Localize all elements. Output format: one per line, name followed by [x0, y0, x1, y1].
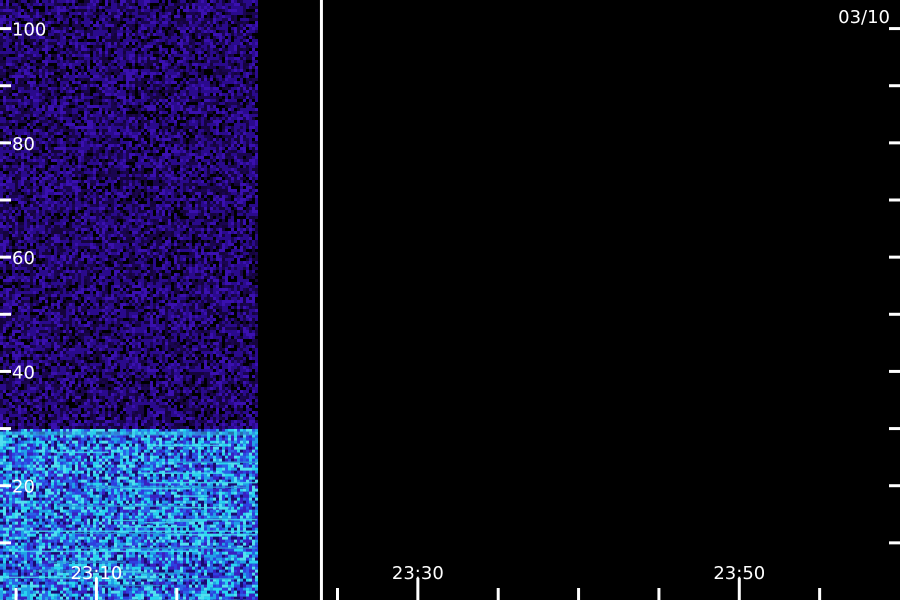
spectrogram-band-low: [0, 0, 258, 429]
x-tick-label: 23:10: [70, 563, 122, 584]
signal-streak: [88, 584, 161, 587]
signal-streak: [53, 451, 109, 454]
y-tick-label: 40: [12, 362, 35, 383]
spectrogram-chart: 20 40 60 80 100 23:10 23:30 23:50 03/10: [0, 0, 900, 600]
signal-streak: [166, 520, 205, 522]
signal-streak: [111, 519, 138, 522]
signal-streak: [167, 518, 258, 521]
y-tick-label: 20: [12, 477, 35, 498]
signal-streak: [136, 572, 187, 575]
signal-streak: [89, 486, 249, 489]
y-tick-label: 100: [12, 20, 46, 41]
x-tick-label: 23:30: [392, 563, 444, 584]
spectrogram-band-high: [0, 428, 258, 600]
signal-streak: [75, 547, 258, 549]
signal-streak: [175, 461, 258, 463]
signal-streak: [174, 506, 230, 509]
date-label: 03/10: [838, 7, 890, 28]
band-top-edge: [0, 431, 258, 436]
signal-streak: [137, 472, 224, 474]
signal-streak: [179, 495, 209, 497]
signal-streak: [166, 533, 258, 536]
signal-streak: [69, 532, 176, 535]
signal-streak: [122, 487, 191, 490]
signal-streak: [155, 444, 223, 447]
signal-streak: [123, 526, 188, 528]
signal-streak: [56, 505, 187, 507]
spectrogram-heatmap: [0, 0, 258, 600]
x-tick-label: 23:50: [713, 563, 765, 584]
signal-streak: [149, 481, 258, 484]
y-tick-label: 60: [12, 248, 35, 269]
signal-streak: [25, 530, 258, 532]
signal-streak: [14, 550, 199, 553]
y-tick-label: 80: [12, 134, 35, 155]
signal-streak: [144, 522, 175, 524]
